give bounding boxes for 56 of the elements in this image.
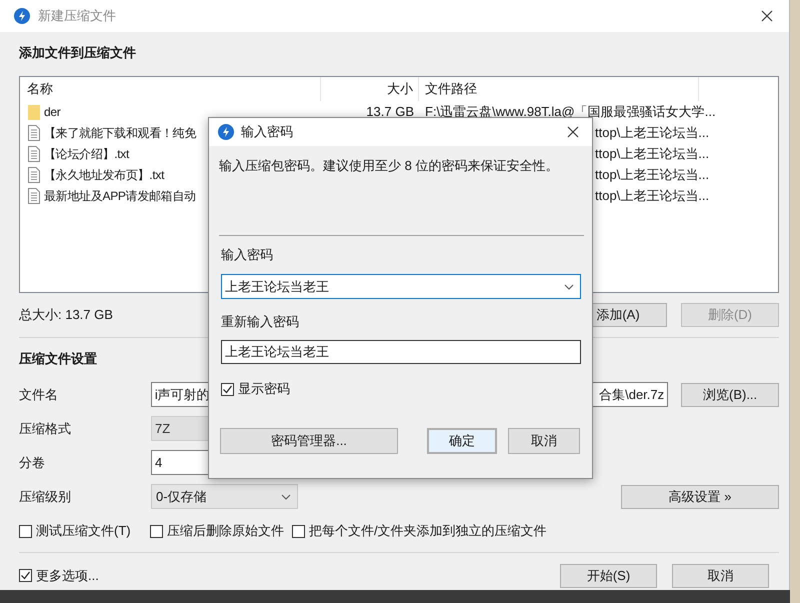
field-label: 重新输入密码 bbox=[221, 313, 300, 331]
column-header[interactable]: 大小 bbox=[321, 77, 419, 101]
button[interactable]: 确定 bbox=[427, 428, 497, 454]
checkbox[interactable] bbox=[150, 524, 163, 538]
section-heading: 添加文件到压缩文件 bbox=[19, 44, 136, 62]
file-name[interactable]: 最新地址及APP请发邮箱自动 bbox=[44, 186, 196, 204]
field-label: 分卷 bbox=[19, 454, 46, 472]
app-logo-icon bbox=[218, 124, 234, 140]
file-path: ttop\上老王论坛当... bbox=[595, 166, 710, 184]
checkbox[interactable] bbox=[221, 382, 234, 396]
close-icon[interactable] bbox=[761, 10, 773, 22]
checkbox-label[interactable]: 压缩后删除原始文件 bbox=[167, 521, 284, 541]
level-select[interactable]: 0-仅存储 bbox=[151, 484, 298, 509]
column-header[interactable]: 文件路径 bbox=[419, 77, 699, 101]
field-label: 输入密码 bbox=[221, 246, 274, 264]
file-path: ttop\上老王论坛当... bbox=[595, 144, 710, 163]
checkbox-label[interactable]: 把每个文件/文件夹添加到独立的压缩文件 bbox=[309, 521, 547, 541]
checkbox[interactable] bbox=[19, 524, 32, 538]
confirm-password-field[interactable]: 上老王论坛当老王 bbox=[221, 340, 581, 364]
app-logo-icon bbox=[14, 8, 30, 24]
field-label: 文件名 bbox=[19, 386, 59, 404]
button[interactable]: 取消 bbox=[508, 428, 580, 454]
file-name[interactable]: der bbox=[44, 102, 60, 120]
checkbox[interactable] bbox=[292, 524, 305, 538]
dialog-message: 输入压缩包密码。建议使用至少 8 位的密码来保证安全性。 bbox=[219, 157, 560, 175]
button[interactable]: 取消 bbox=[672, 564, 769, 588]
section-heading: 压缩文件设置 bbox=[19, 350, 97, 368]
chevron-down-icon bbox=[281, 494, 291, 500]
file-size: 13.7 GB bbox=[365, 102, 415, 121]
checkbox[interactable] bbox=[19, 569, 32, 582]
checkbox-label[interactable]: 测试压缩文件(T) bbox=[36, 521, 131, 541]
dialog-title: 输入密码 bbox=[241, 123, 293, 142]
close-icon[interactable] bbox=[567, 126, 579, 138]
checkbox-label[interactable]: 显示密码 bbox=[238, 379, 290, 399]
button[interactable]: 浏览(B)... bbox=[681, 382, 780, 406]
field-label: 压缩级别 bbox=[19, 488, 72, 506]
field-label: 压缩格式 bbox=[19, 420, 72, 438]
chevron-down-icon bbox=[564, 284, 574, 290]
file-name[interactable]: 【论坛介绍】.txt bbox=[44, 144, 130, 162]
button[interactable]: 高级设置 » bbox=[621, 484, 779, 508]
column-header[interactable]: 名称 bbox=[20, 77, 321, 101]
file-path: ttop\上老王论坛当... bbox=[595, 124, 710, 142]
file-name[interactable]: 【来了就能下载和观看！纯免 bbox=[44, 124, 196, 142]
document-icon bbox=[28, 124, 40, 140]
file-path: ttop\上老王论坛当... bbox=[595, 186, 710, 205]
button[interactable]: 密码管理器... bbox=[220, 428, 398, 454]
document-icon bbox=[28, 166, 40, 182]
file-name[interactable]: 【永久地址发布页】.txt bbox=[44, 166, 164, 184]
button[interactable]: 开始(S) bbox=[560, 564, 657, 588]
window-title: 新建压缩文件 bbox=[38, 7, 116, 26]
document-icon bbox=[28, 146, 40, 162]
total-size: 总大小: 13.7 GB bbox=[19, 306, 113, 324]
checkbox-label[interactable]: 更多选项... bbox=[36, 566, 99, 586]
folder-icon bbox=[28, 104, 40, 120]
document-icon bbox=[28, 188, 40, 204]
password-field[interactable]: 上老王论坛当老王 bbox=[221, 274, 581, 299]
